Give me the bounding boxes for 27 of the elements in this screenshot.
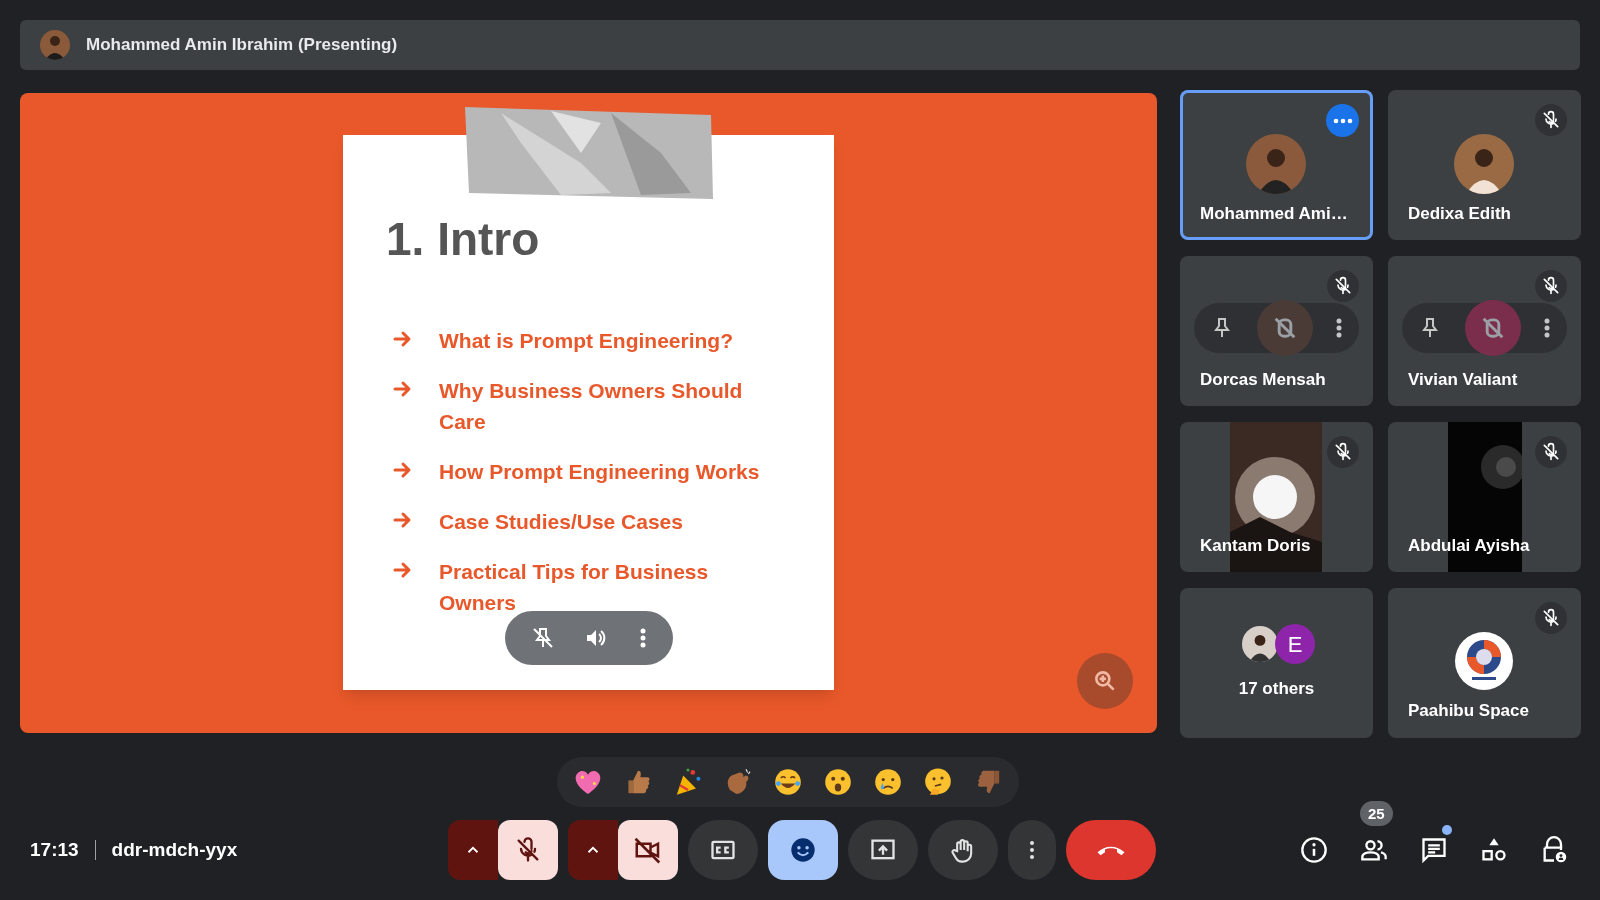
participant-name: 17 others	[1237, 678, 1316, 700]
presenter-name: Mohammed Amin Ibrahim (Presenting)	[86, 34, 398, 57]
participant-name: Vivian Valiant	[1408, 369, 1518, 391]
participant-tile[interactable]: Dedixa Edith	[1388, 90, 1581, 240]
meeting-code: ddr-mdch-yyx	[111, 837, 238, 862]
participant-name: Dedixa Edith	[1408, 203, 1511, 225]
participant-tile[interactable]: Dorcas Mensah	[1180, 256, 1373, 406]
participant-tile[interactable]: Kantam Doris	[1180, 422, 1373, 572]
meeting-time: 17:13	[30, 837, 79, 862]
participant-tile[interactable]: Vivian Valiant	[1388, 256, 1581, 406]
participant-name: Mohammed Ami…	[1200, 203, 1348, 225]
participant-tile[interactable]: Abdulai Ayisha	[1388, 422, 1581, 572]
slide-bullet: Practical Tips for Business Owners	[439, 559, 710, 616]
participant-name: Dorcas Mensah	[1200, 369, 1326, 391]
participant-count-badge: 25	[1360, 801, 1393, 826]
participant-name: Abdulai Ayisha	[1408, 535, 1530, 557]
participant-tile[interactable]: E 17 others	[1180, 588, 1373, 738]
participant-name: Paahibu Space	[1408, 700, 1529, 722]
participant-tile[interactable]: Paahibu Space	[1388, 588, 1581, 738]
slide-bullet: How Prompt Engineering Works	[439, 459, 761, 485]
slide-bullet: Why Business Owners Should Care	[439, 378, 744, 435]
slide-bullet: What is Prompt Engineering?	[439, 328, 734, 354]
participant-avatar: E	[1275, 624, 1315, 664]
participant-name: Kantam Doris	[1200, 535, 1311, 557]
slide-title: 1. Intro	[386, 212, 540, 267]
participant-tile[interactable]: Mohammed Ami…	[1180, 90, 1373, 240]
slide-bullet: Case Studies/Use Cases	[439, 509, 684, 535]
